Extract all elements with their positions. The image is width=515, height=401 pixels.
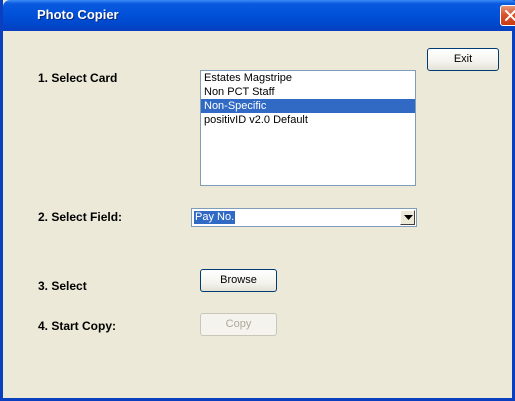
select-card-label: 1. Select Card bbox=[38, 71, 118, 85]
card-list-item[interactable]: Estates Magstripe bbox=[201, 71, 415, 85]
close-button[interactable] bbox=[500, 5, 515, 26]
select-field-label: 2. Select Field: bbox=[38, 210, 123, 224]
photo-copier-window: Photo Copier Exit 1. Select Card Estates… bbox=[0, 0, 515, 401]
dropdown-button[interactable] bbox=[400, 210, 415, 225]
title-bar[interactable]: Photo Copier bbox=[3, 0, 515, 31]
card-listbox[interactable]: Estates Magstripe Non PCT Staff Non-Spec… bbox=[200, 70, 416, 186]
card-list-item-selected[interactable]: Non-Specific bbox=[201, 99, 415, 113]
exit-button[interactable]: Exit bbox=[427, 48, 499, 71]
select-label: 3. Select bbox=[38, 279, 87, 293]
start-copy-label: 4. Start Copy: bbox=[38, 319, 117, 333]
close-icon bbox=[505, 10, 515, 21]
chevron-down-icon bbox=[404, 215, 413, 220]
window-title: Photo Copier bbox=[37, 7, 119, 22]
card-list-item[interactable]: Non PCT Staff bbox=[201, 85, 415, 99]
field-select-value: Pay No. bbox=[194, 211, 236, 224]
field-select-dropdown[interactable]: Pay No. bbox=[191, 208, 417, 227]
copy-button[interactable]: Copy bbox=[200, 313, 277, 336]
browse-button[interactable]: Browse bbox=[200, 269, 277, 292]
card-list-item[interactable]: positivID v2.0 Default bbox=[201, 113, 415, 127]
